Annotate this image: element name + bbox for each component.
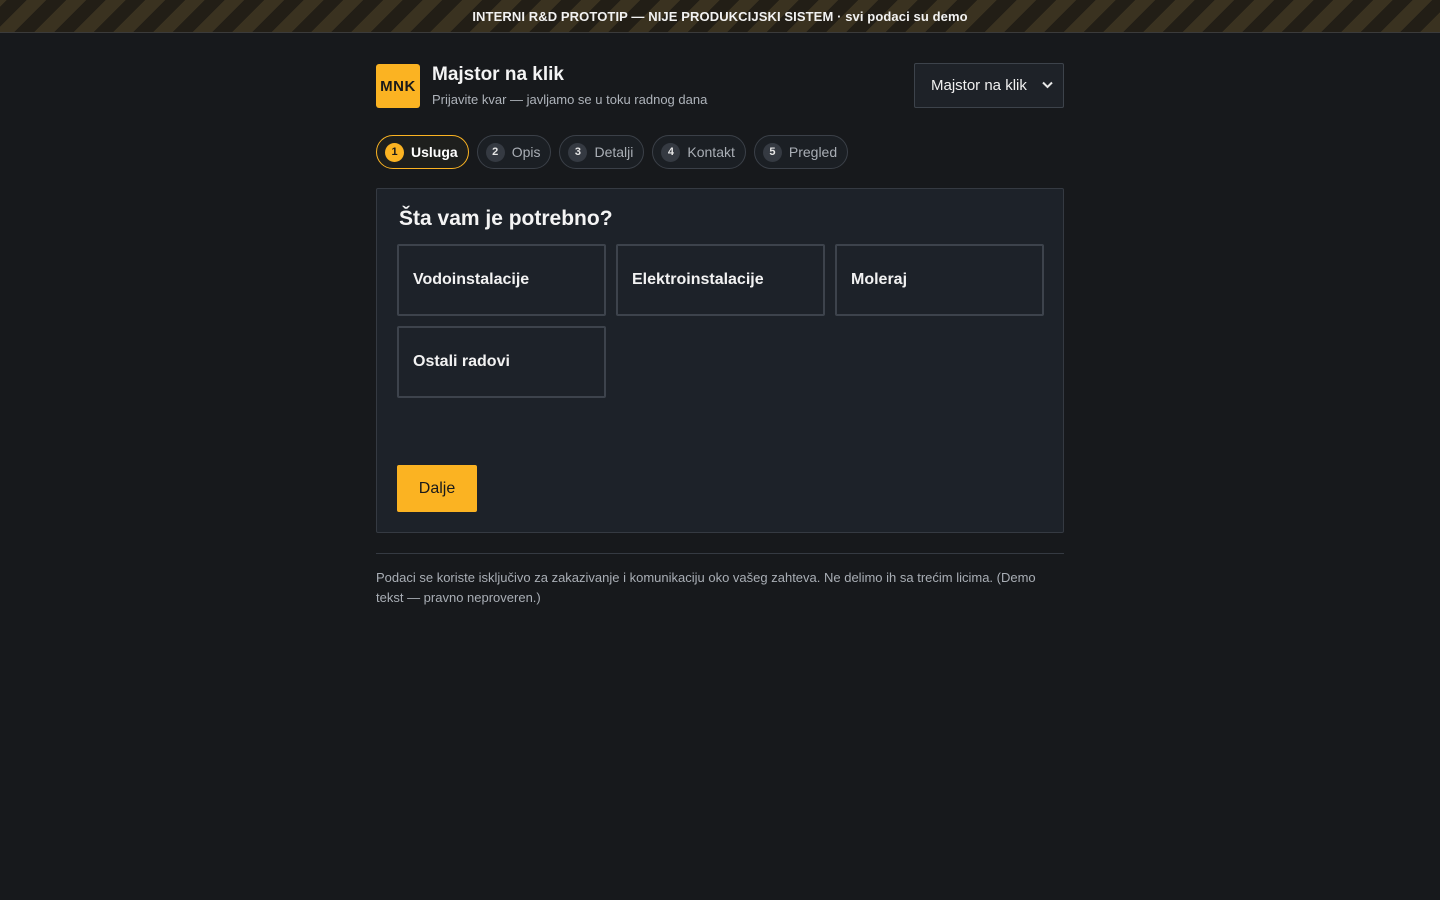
brand-select[interactable]: Majstor na klik bbox=[914, 63, 1064, 108]
banner-text: INTERNI R&D PROTOTIP — NIJE PRODUKCIJSKI… bbox=[472, 8, 968, 24]
brand-subtitle: Prijavite kvar — javljamo se u toku radn… bbox=[432, 92, 708, 107]
option-vodoinstalacije[interactable]: Vodoinstalacije bbox=[397, 244, 606, 316]
step-kontakt[interactable]: 4 Kontakt bbox=[652, 135, 746, 169]
step-number: 1 bbox=[385, 142, 404, 162]
brand-select-value: Majstor na klik bbox=[931, 77, 1027, 94]
main-container: MNK Majstor na klik Prijavite kvar — jav… bbox=[376, 63, 1064, 608]
step-label: Detalji bbox=[594, 144, 634, 160]
brand-logo: MNK bbox=[376, 64, 420, 108]
step-pregled[interactable]: 5 Pregled bbox=[753, 135, 849, 169]
step-label: Usluga bbox=[411, 144, 458, 160]
step-label: Kontakt bbox=[687, 144, 735, 160]
step-number: 2 bbox=[485, 142, 505, 162]
option-moleraj[interactable]: Moleraj bbox=[835, 244, 1044, 316]
chevron-down-icon bbox=[1042, 80, 1053, 92]
step-number: 4 bbox=[661, 142, 681, 162]
privacy-note: Podaci se koriste isključivo za zakaziva… bbox=[376, 570, 1036, 605]
option-elektroinstalacije[interactable]: Elektroinstalacije bbox=[616, 244, 825, 316]
prototype-banner: INTERNI R&D PROTOTIP — NIJE PRODUKCIJSKI… bbox=[0, 0, 1440, 33]
brand-text: Majstor na klik Prijavite kvar — javljam… bbox=[432, 63, 707, 107]
card-title: Šta vam je potrebno? bbox=[399, 207, 613, 230]
step-opis[interactable]: 2 Opis bbox=[476, 135, 552, 169]
brand-title: Majstor na klik bbox=[432, 64, 564, 85]
divider bbox=[376, 553, 1064, 554]
header: MNK Majstor na klik Prijavite kvar — jav… bbox=[376, 63, 1064, 111]
step-detalji[interactable]: 3 Detalji bbox=[559, 135, 645, 169]
step-indicator: 1 Usluga 2 Opis 3 Detalji 4 Kontakt 5 Pr… bbox=[376, 135, 1064, 169]
option-ostali-radovi[interactable]: Ostali radovi bbox=[397, 326, 606, 398]
step-number: 5 bbox=[762, 142, 782, 162]
service-options: Vodoinstalacije Elektroinstalacije Moler… bbox=[397, 244, 1044, 398]
step-label: Pregled bbox=[788, 144, 838, 160]
service-card: Šta vam je potrebno? Vodoinstalacije Ele… bbox=[376, 188, 1064, 533]
brand: MNK Majstor na klik Prijavite kvar — jav… bbox=[376, 63, 707, 108]
next-button[interactable]: Dalje bbox=[397, 465, 477, 512]
step-label: Opis bbox=[511, 144, 541, 160]
step-number: 3 bbox=[568, 142, 588, 162]
step-usluga[interactable]: 1 Usluga bbox=[376, 135, 469, 169]
